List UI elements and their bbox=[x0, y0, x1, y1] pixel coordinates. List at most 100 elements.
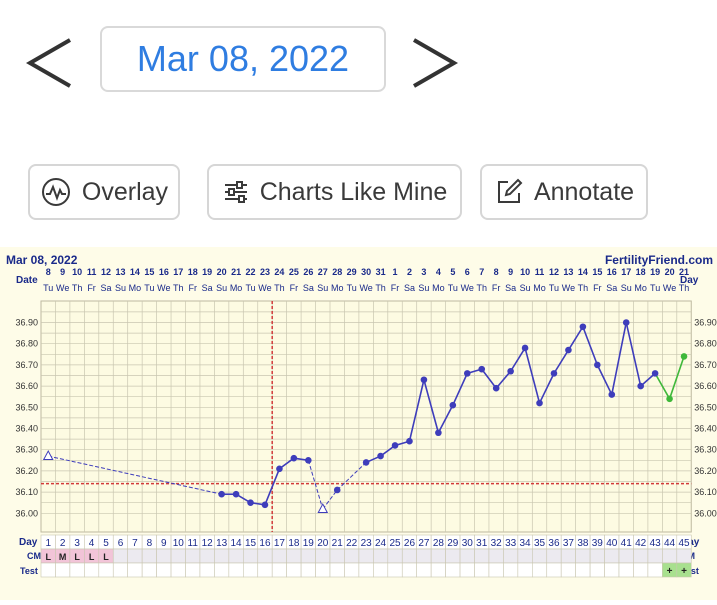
cycle-day-label: 3 bbox=[74, 538, 80, 549]
test-cell bbox=[618, 562, 634, 578]
test-cell bbox=[329, 562, 345, 578]
cm-cell bbox=[286, 548, 302, 564]
test-cell bbox=[315, 562, 331, 578]
bbt-chart-svg: Mar 08, 2022 FertilityFriend.com Date Da… bbox=[6, 253, 717, 578]
weekday-label: We bbox=[461, 283, 474, 293]
cycle-day-label: 11 bbox=[188, 538, 199, 549]
temp-point bbox=[406, 437, 413, 445]
date-label: 9 bbox=[60, 267, 65, 277]
date-label: 21 bbox=[679, 267, 689, 277]
cm-cell bbox=[503, 548, 519, 564]
cycle-day-label: 28 bbox=[433, 538, 445, 549]
temp-point bbox=[622, 319, 630, 326]
weekday-label: Fr bbox=[391, 283, 400, 293]
date-label: 29 bbox=[347, 267, 357, 277]
weekday-label: Th bbox=[72, 283, 83, 293]
weekday-label: Sa bbox=[505, 283, 516, 293]
cm-cell bbox=[474, 548, 490, 564]
test-cell bbox=[228, 562, 244, 578]
weekday-label: Su bbox=[216, 283, 227, 293]
date-display[interactable]: Mar 08, 2022 bbox=[100, 26, 386, 92]
weekday-label: We bbox=[663, 283, 676, 293]
test-cell bbox=[474, 562, 490, 578]
date-label: 12 bbox=[101, 267, 111, 277]
cycle-day-label: 37 bbox=[563, 538, 575, 549]
test-cell bbox=[531, 562, 548, 578]
test-cell bbox=[214, 562, 230, 578]
temp-point bbox=[362, 459, 370, 466]
test-cell bbox=[40, 562, 56, 578]
date-label: 21 bbox=[231, 267, 241, 277]
weekday-label: Th bbox=[679, 283, 690, 293]
temp-point bbox=[492, 384, 500, 392]
temp-point bbox=[608, 391, 616, 398]
date-label: 11 bbox=[87, 267, 97, 277]
cm-cell bbox=[416, 548, 432, 564]
date-label: 17 bbox=[621, 267, 631, 277]
y-tick-label: 36.60 bbox=[15, 381, 38, 391]
cm-cell bbox=[387, 548, 403, 564]
cycle-day-label: 18 bbox=[288, 538, 300, 549]
cycle-day-label: 13 bbox=[216, 538, 228, 549]
cycle-day-label: 39 bbox=[592, 538, 604, 549]
weekday-label: Mo bbox=[129, 283, 142, 293]
cycle-day-label: 45 bbox=[678, 538, 690, 549]
cm-cell bbox=[170, 548, 186, 564]
temp-point bbox=[637, 382, 644, 390]
plot-area bbox=[40, 300, 692, 533]
cycle-day-label: 34 bbox=[520, 538, 532, 549]
date-label: 19 bbox=[650, 267, 660, 277]
y-tick-label: 36.20 bbox=[15, 466, 38, 476]
date-label: 31 bbox=[376, 267, 386, 277]
cm-value: L bbox=[45, 552, 51, 562]
date-label: 18 bbox=[636, 267, 646, 277]
annotate-button[interactable]: Annotate bbox=[480, 164, 648, 220]
cycle-day-label: 21 bbox=[332, 538, 344, 549]
date-label: 15 bbox=[144, 267, 154, 277]
cycle-day-label: 4 bbox=[89, 538, 95, 549]
y-tick-label: 36.10 bbox=[15, 487, 38, 497]
test-cell bbox=[445, 562, 461, 578]
weekday-label: Th bbox=[173, 283, 184, 293]
test-cell bbox=[141, 562, 157, 578]
date-label: 7 bbox=[479, 267, 484, 277]
weekday-label: Tu bbox=[43, 283, 53, 293]
cm-cell bbox=[604, 548, 620, 564]
test-cell bbox=[560, 562, 576, 578]
date-label: 27 bbox=[318, 267, 328, 277]
date-label: 18 bbox=[188, 267, 198, 277]
date-label: 16 bbox=[159, 267, 169, 277]
date-label: 10 bbox=[72, 267, 82, 277]
test-cell bbox=[503, 562, 519, 578]
overlay-button[interactable]: Overlay bbox=[28, 164, 180, 220]
annotate-label: Annotate bbox=[533, 177, 635, 206]
y-tick-label-right: 36.10 bbox=[694, 487, 717, 497]
charts-like-mine-button[interactable]: Charts Like Mine bbox=[207, 164, 462, 220]
weekday-label: Mo bbox=[331, 283, 344, 293]
cycle-day-label: 20 bbox=[317, 538, 329, 549]
bbt-chart: Mar 08, 2022 FertilityFriend.com Date Da… bbox=[0, 247, 717, 600]
temp-point bbox=[536, 399, 543, 407]
temp-point bbox=[290, 454, 298, 462]
temp-point bbox=[507, 367, 514, 375]
weekday-label: Th bbox=[274, 283, 285, 293]
weekday-label: Tu bbox=[245, 283, 255, 293]
test-cell bbox=[373, 562, 389, 578]
cm-cell bbox=[156, 548, 172, 564]
previous-date-button[interactable] bbox=[20, 28, 90, 98]
cm-value: L bbox=[74, 552, 80, 562]
waveform-circle-icon bbox=[41, 178, 70, 206]
test-cell bbox=[98, 562, 114, 578]
cm-cell bbox=[358, 548, 374, 564]
cm-cell bbox=[633, 548, 649, 564]
y-tick-label: 36.30 bbox=[15, 445, 38, 455]
next-date-button[interactable] bbox=[400, 28, 470, 98]
test-cell bbox=[416, 562, 432, 578]
day-row-label: Day bbox=[19, 537, 38, 548]
cycle-day-label: 44 bbox=[664, 538, 676, 549]
y-tick-label-right: 36.50 bbox=[694, 402, 717, 412]
weekday-label: Su bbox=[418, 283, 429, 293]
cycle-day-label: 1 bbox=[45, 538, 51, 549]
cm-cell bbox=[459, 548, 475, 564]
test-cell bbox=[589, 562, 605, 578]
